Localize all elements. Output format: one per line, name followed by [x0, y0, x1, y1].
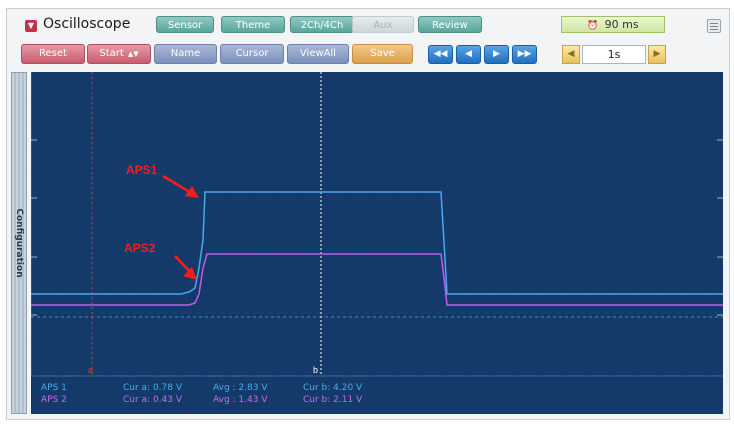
hamburger-menu-icon[interactable] — [707, 19, 721, 33]
step-back-icon[interactable]: ◀ — [456, 45, 481, 64]
cursor-button[interactable]: Cursor — [220, 44, 284, 64]
cursor-b-label: b — [313, 365, 318, 375]
viewall-button[interactable]: ViewAll — [287, 44, 349, 64]
title-bar: ▼ Oscilloscope Sensor Theme 2Ch/4Ch Aux … — [7, 9, 729, 37]
tab-aux[interactable]: Aux — [352, 16, 414, 33]
tab-theme[interactable]: Theme — [221, 16, 285, 33]
readout-cur-a-aps2: Cur a: 0.43 V — [123, 395, 183, 405]
oscilloscope-window: ▼ Oscilloscope Sensor Theme 2Ch/4Ch Aux … — [6, 8, 730, 420]
configuration-label: Configuration — [14, 208, 24, 278]
triangle-right-icon[interactable]: ▶ — [648, 45, 666, 64]
tab-2ch-4ch[interactable]: 2Ch/4Ch — [290, 16, 354, 33]
grid-background — [31, 72, 723, 376]
scope-screen[interactable]: a b APS1 APS2 APS 1 Cur a: 0.78 V Avg : … — [31, 72, 723, 414]
timescale-control: ◀ 1s ▶ — [562, 45, 666, 64]
readout-avg-aps1: Avg : 2.83 V — [213, 383, 268, 393]
name-button[interactable]: Name — [154, 44, 217, 64]
aps1-annotation: APS1 — [126, 163, 158, 177]
sample-time-display: ⏰ 90 ms — [561, 16, 665, 33]
reset-button[interactable]: Reset — [21, 44, 85, 64]
readout-cur-a-aps1: Cur a: 0.78 V — [123, 383, 183, 393]
readout-cur-b-aps2: Cur b: 2.11 V — [303, 395, 363, 405]
readout-cur-b-aps1: Cur b: 4.20 V — [303, 383, 363, 393]
start-button-label: Start — [99, 48, 124, 59]
step-forward-icon[interactable]: ▶ — [484, 45, 509, 64]
skip-to-start-icon[interactable]: ◀◀ — [428, 45, 453, 64]
app-title: Oscilloscope — [43, 16, 131, 32]
waveform-plot: a b APS1 APS2 — [31, 72, 723, 377]
cursor-a-label: a — [88, 365, 93, 375]
sample-time-value: 90 ms — [604, 18, 639, 31]
triangle-left-icon[interactable]: ◀ — [562, 45, 580, 64]
readout-avg-aps2: Avg : 1.43 V — [213, 395, 268, 405]
timescale-value[interactable]: 1s — [582, 45, 646, 64]
readout-channel-aps2: APS 2 — [41, 395, 67, 405]
start-button[interactable]: Start ▲▼ — [87, 44, 151, 64]
tab-sensor[interactable]: Sensor — [156, 16, 214, 33]
aps2-annotation: APS2 — [124, 241, 156, 255]
up-down-icon: ▲▼ — [127, 50, 139, 58]
skip-to-end-icon[interactable]: ▶▶ — [512, 45, 537, 64]
configuration-panel-tab[interactable]: Configuration — [11, 72, 27, 414]
save-button[interactable]: Save — [352, 44, 413, 64]
readout-channel-aps1: APS 1 — [41, 383, 67, 393]
dropdown-arrow-icon[interactable]: ▼ — [25, 20, 37, 32]
clock-icon: ⏰ — [587, 21, 599, 31]
tab-review[interactable]: Review — [418, 16, 482, 33]
